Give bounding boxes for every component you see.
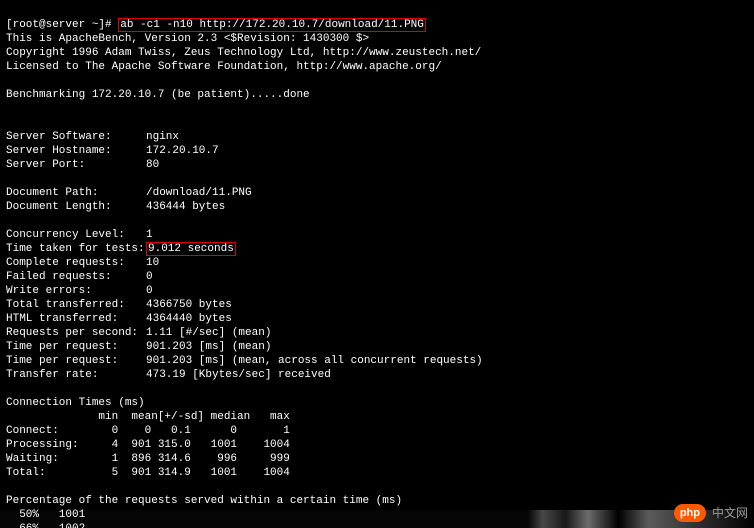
conn-times-title: Connection Times (ms) [6, 397, 145, 409]
document-length: Document Length:436444 bytes [6, 200, 748, 214]
prompt-userhost: [root@server ~]# [6, 19, 112, 31]
conn-times-processing: Processing: 4 901 315.0 1001 1004 [6, 439, 290, 451]
server-hostname: Server Hostname:172.20.10.7 [6, 144, 748, 158]
failed-requests: Failed requests:0 [6, 270, 748, 284]
header-line3: Licensed to The Apache Software Foundati… [6, 61, 442, 73]
server-port: Server Port:80 [6, 158, 748, 172]
percentiles-title: Percentage of the requests served within… [6, 495, 402, 507]
conn-times-header: min mean[+/-sd] median max [6, 411, 290, 423]
complete-requests: Complete requests:10 [6, 256, 748, 270]
conn-times-total: Total: 5 901 314.9 1001 1004 [6, 467, 290, 479]
server-software: Server Software:nginx [6, 130, 748, 144]
requests-per-second: Requests per second:1.11 [#/sec] (mean) [6, 326, 748, 340]
terminal-output: [root@server ~]# ab -c1 -n10 http://172.… [0, 0, 754, 528]
document-path: Document Path:/download/11.PNG [6, 186, 748, 200]
watermark: php 中文网 [674, 504, 748, 522]
prompt-line: [root@server ~]# ab -c1 -n10 http://172.… [6, 19, 426, 31]
conn-times-connect: Connect: 0 0 0.1 0 1 [6, 425, 290, 437]
time-taken: Time taken for tests:9.012 seconds [6, 242, 748, 256]
header-line2: Copyright 1996 Adam Twiss, Zeus Technolo… [6, 47, 481, 59]
concurrency: Concurrency Level:1 [6, 228, 748, 242]
watermark-text: 中文网 [712, 506, 748, 520]
time-per-request-1: Time per request:901.203 [ms] (mean) [6, 340, 748, 354]
bottom-blur-decoration [0, 510, 754, 528]
time-per-request-2: Time per request:901.203 [ms] (mean, acr… [6, 354, 748, 368]
header-line1: This is ApacheBench, Version 2.3 <$Revis… [6, 33, 369, 45]
conn-times-waiting: Waiting: 1 896 314.6 996 999 [6, 453, 290, 465]
transfer-rate: Transfer rate:473.19 [Kbytes/sec] receiv… [6, 368, 748, 382]
watermark-badge: php [674, 504, 706, 522]
benchmarking-line: Benchmarking 172.20.10.7 (be patient)...… [6, 89, 310, 101]
total-transferred: Total transferred:4366750 bytes [6, 298, 748, 312]
write-errors: Write errors:0 [6, 284, 748, 298]
html-transferred: HTML transferred:4364440 bytes [6, 312, 748, 326]
time-highlight: 9.012 seconds [146, 242, 236, 256]
command-highlight: ab -c1 -n10 http://172.20.10.7/download/… [118, 18, 426, 32]
